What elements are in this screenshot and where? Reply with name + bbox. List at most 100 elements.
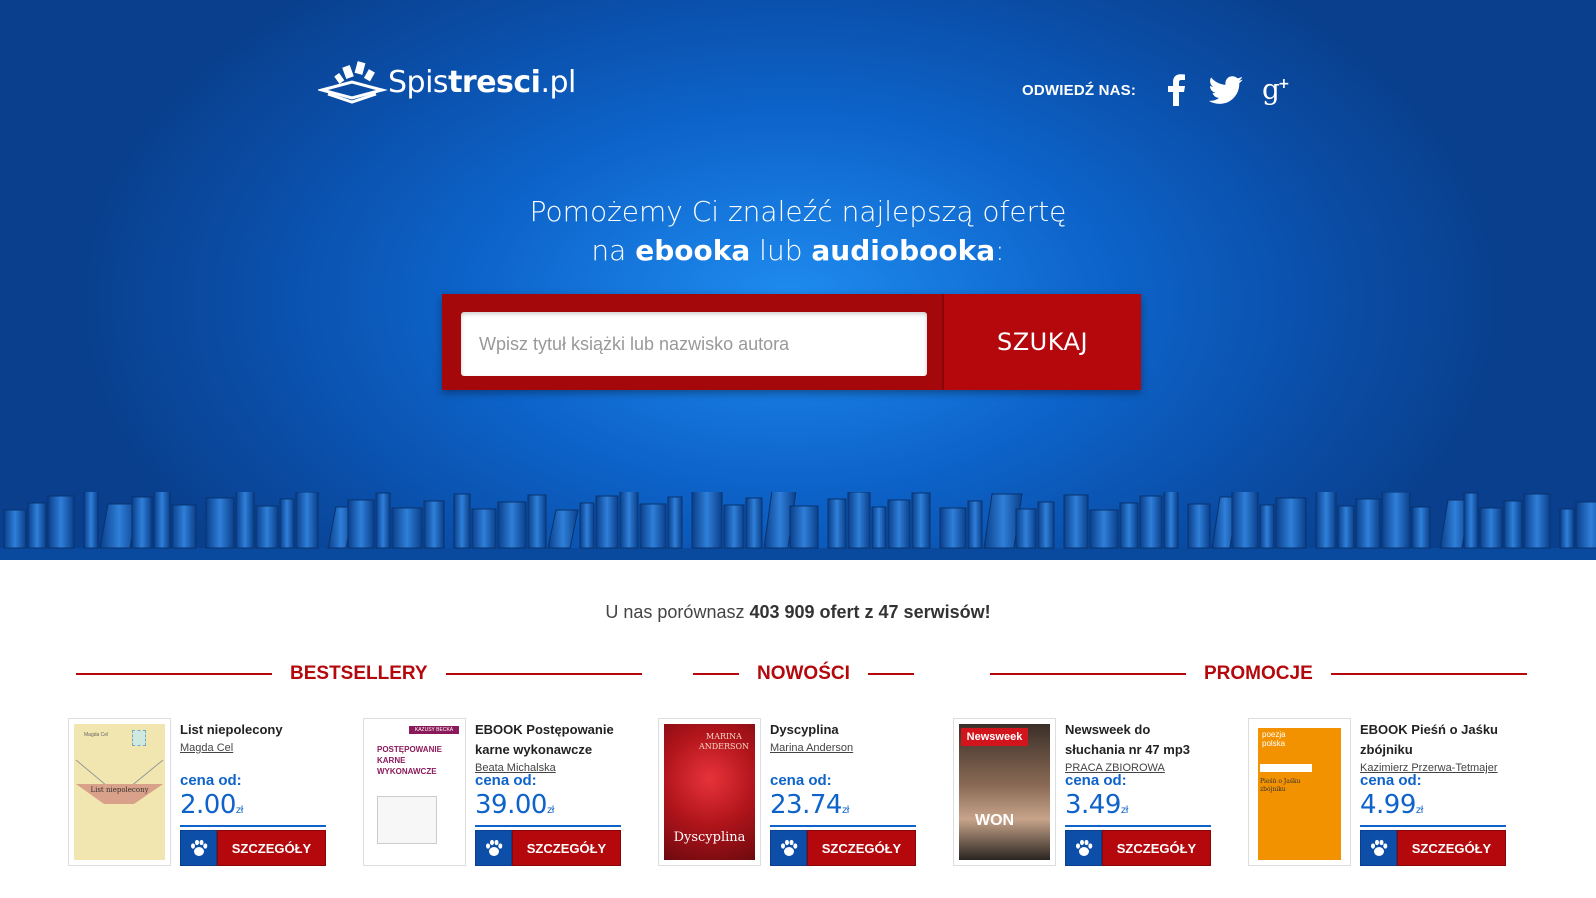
currency-label: zł bbox=[841, 805, 850, 816]
paw-button[interactable] bbox=[1065, 830, 1102, 866]
cover-title: Dyscyplina bbox=[673, 830, 746, 845]
price-label: cena od: bbox=[770, 772, 832, 789]
price-value: 39.00zł bbox=[475, 790, 555, 820]
offers-stats: U nas porównasz 403 909 ofert z 47 serwi… bbox=[605, 602, 991, 622]
social-label: ODWIEDŹ NAS: bbox=[1022, 81, 1137, 99]
product-card: KAZUSY BECKA POSTĘPOWANIE KARNE WYKONAWCZ… bbox=[363, 718, 623, 866]
logo-books-icon bbox=[316, 60, 388, 104]
book-title[interactable]: Newsweek do słuchania nr 47 mp3 bbox=[1065, 720, 1211, 760]
cover-small-text: poezja polska bbox=[1262, 730, 1286, 748]
price-label: cena od: bbox=[475, 772, 537, 789]
cover-small-text: KAZUSY BECKA bbox=[409, 726, 459, 734]
details-button[interactable]: SZCZEGÓŁY bbox=[217, 830, 326, 866]
logo[interactable]: Spistresci.pl bbox=[316, 60, 576, 104]
currency-label: zł bbox=[546, 805, 555, 816]
currency-label: zł bbox=[1120, 805, 1129, 816]
price-underline bbox=[770, 825, 916, 827]
hero-line-2: na ebooka lub audiobooka: bbox=[591, 234, 1005, 267]
section-title[interactable]: PROMOCJE bbox=[1186, 663, 1331, 685]
card-actions: SZCZEGÓŁY bbox=[180, 830, 326, 866]
search-box bbox=[442, 294, 942, 390]
facebook-icon[interactable] bbox=[1158, 72, 1194, 108]
price-label: cena od: bbox=[180, 772, 242, 789]
book-cover[interactable]: MARINA ANDERSON Dyscyplina bbox=[658, 718, 761, 866]
paw-button[interactable] bbox=[180, 830, 217, 866]
hero-headline: Pomożemy Ci znaleźć najlepszą ofertę na … bbox=[0, 192, 1596, 270]
paw-icon bbox=[485, 839, 502, 856]
details-button[interactable]: SZCZEGÓŁY bbox=[1397, 830, 1506, 866]
section-divider bbox=[76, 673, 272, 675]
section-divider bbox=[1330, 673, 1527, 675]
book-cover[interactable]: Magda Cel List niepolecony bbox=[68, 718, 171, 866]
cover-title: WON bbox=[975, 812, 1015, 829]
book-cover[interactable]: poezja polska Pieśń o Jaśku zbójniku bbox=[1248, 718, 1351, 866]
currency-label: zł bbox=[235, 805, 244, 816]
book-title[interactable]: EBOOK Postępowanie karne wykonawcze bbox=[475, 720, 621, 760]
paw-button[interactable] bbox=[770, 830, 807, 866]
book-title[interactable]: List niepolecony bbox=[180, 720, 326, 740]
cover-small-text: MARINA ANDERSON bbox=[698, 732, 750, 751]
paw-button[interactable] bbox=[1360, 830, 1397, 866]
cover-title: POSTĘPOWANIE KARNE WYKONAWCZE bbox=[377, 745, 442, 776]
book-title[interactable]: Dyscyplina bbox=[770, 720, 916, 740]
details-button[interactable]: SZCZEGÓŁY bbox=[807, 830, 916, 866]
price-underline bbox=[475, 825, 621, 827]
details-button[interactable]: SZCZEGÓŁY bbox=[512, 830, 621, 866]
svg-text:+: + bbox=[1278, 76, 1290, 92]
section-divider bbox=[990, 673, 1186, 675]
product-card: MARINA ANDERSON Dyscyplina Dyscyplina Marin… bbox=[658, 718, 918, 866]
search-bar: SZUKAJ bbox=[442, 294, 1141, 390]
social-links: ODWIEDŹ NAS: g + bbox=[1022, 72, 1308, 108]
logo-text: Spistresci.pl bbox=[388, 64, 576, 100]
product-card: Magda Cel List niepolecony List niepolecon… bbox=[68, 718, 328, 866]
price-underline bbox=[1065, 825, 1211, 827]
book-author-link[interactable]: Magda Cel bbox=[180, 740, 326, 757]
twitter-icon[interactable] bbox=[1208, 72, 1244, 108]
product-card: poezja polska Pieśń o Jaśku zbójniku EBOOK… bbox=[1248, 718, 1508, 866]
bookshelf-decoration bbox=[0, 492, 1596, 560]
section-divider bbox=[693, 673, 739, 675]
currency-label: zł bbox=[1415, 805, 1424, 816]
paw-icon bbox=[1370, 839, 1387, 856]
price-value: 23.74zł bbox=[770, 790, 850, 820]
google-plus-icon[interactable]: g + bbox=[1258, 72, 1294, 108]
book-author-link[interactable]: Marina Anderson bbox=[770, 740, 916, 757]
card-actions: SZCZEGÓŁY bbox=[770, 830, 916, 866]
section-divider bbox=[867, 673, 914, 675]
cover-small-text: Newsweek bbox=[961, 728, 1028, 746]
section-divider bbox=[445, 673, 642, 675]
price-value: 3.49zł bbox=[1065, 790, 1128, 820]
search-button[interactable]: SZUKAJ bbox=[942, 294, 1141, 390]
cover-small-text: Magda Cel bbox=[84, 732, 109, 738]
book-cover[interactable]: Newsweek WON bbox=[953, 718, 1056, 866]
card-actions: SZCZEGÓŁY bbox=[1360, 830, 1506, 866]
price-label: cena od: bbox=[1360, 772, 1422, 789]
book-info: Newsweek do słuchania nr 47 mp3 PRACA ZBI… bbox=[1065, 720, 1211, 777]
cover-title: Pieśń o Jaśku zbójniku bbox=[1260, 778, 1301, 793]
product-card: Newsweek WON Newsweek do słuchania nr 47 m… bbox=[953, 718, 1213, 866]
price-value: 2.00zł bbox=[180, 790, 243, 820]
paw-icon bbox=[780, 839, 797, 856]
section-nowosci: NOWOŚCI bbox=[693, 662, 914, 686]
card-actions: SZCZEGÓŁY bbox=[475, 830, 621, 866]
section-title[interactable]: BESTSELLERY bbox=[272, 663, 446, 685]
section-title[interactable]: NOWOŚCI bbox=[739, 663, 868, 685]
details-button[interactable]: SZCZEGÓŁY bbox=[1102, 830, 1211, 866]
search-input[interactable] bbox=[461, 312, 927, 376]
book-info: EBOOK Pieśń o Jaśku zbójniku Kazimierz Pr… bbox=[1360, 720, 1506, 777]
card-actions: SZCZEGÓŁY bbox=[1065, 830, 1211, 866]
cover-title: List niepolecony bbox=[90, 786, 149, 794]
book-info: EBOOK Postępowanie karne wykonawcze Beata… bbox=[475, 720, 621, 777]
price-label: cena od: bbox=[1065, 772, 1127, 789]
book-cover[interactable]: KAZUSY BECKA POSTĘPOWANIE KARNE WYKONAWCZ… bbox=[363, 718, 466, 866]
book-info: Dyscyplina Marina Anderson bbox=[770, 720, 916, 757]
price-value: 4.99zł bbox=[1360, 790, 1423, 820]
section-bestsellery: BESTSELLERY bbox=[76, 662, 642, 686]
paw-button[interactable] bbox=[475, 830, 512, 866]
price-underline bbox=[180, 825, 326, 827]
book-title[interactable]: EBOOK Pieśń o Jaśku zbójniku bbox=[1360, 720, 1506, 760]
book-info: List niepolecony Magda Cel bbox=[180, 720, 326, 757]
paw-icon bbox=[1075, 839, 1092, 856]
section-promocje: PROMOCJE bbox=[990, 662, 1527, 686]
price-underline bbox=[1360, 825, 1506, 827]
